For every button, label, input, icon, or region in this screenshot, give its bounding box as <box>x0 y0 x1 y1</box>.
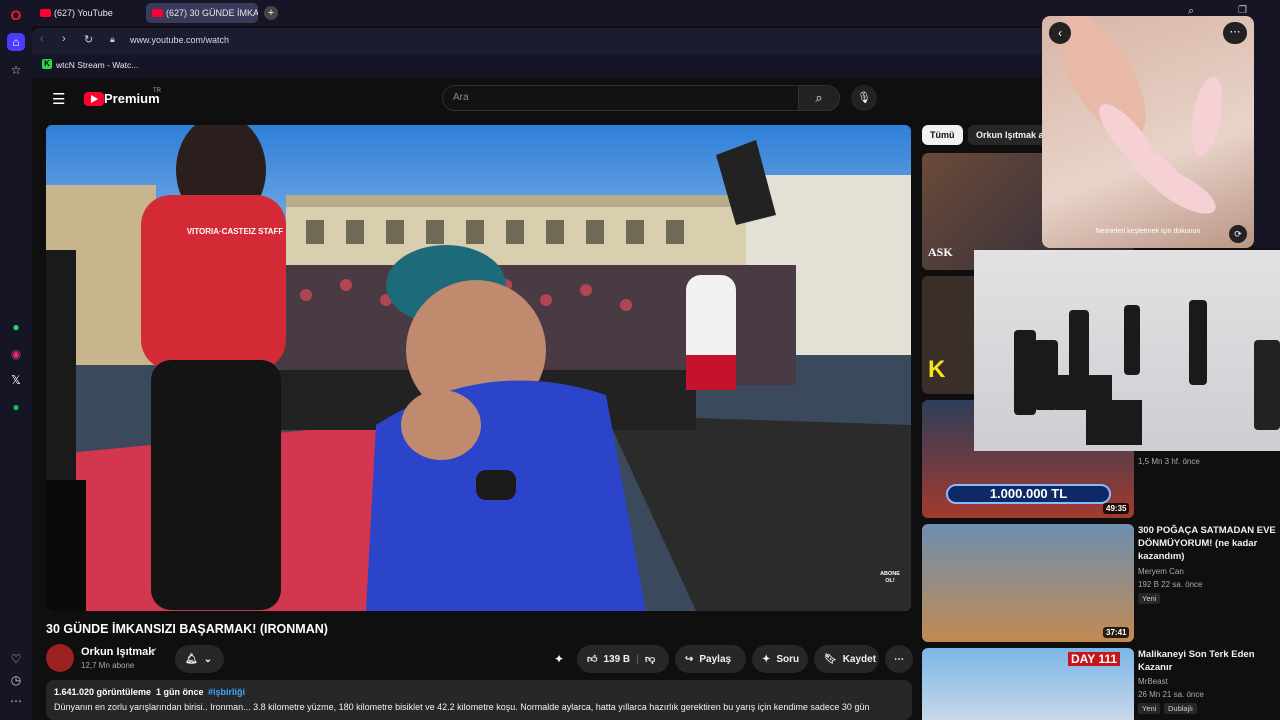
reload-icon[interactable]: ↻ <box>84 33 93 46</box>
rec-channel[interactable]: MrBeast <box>1138 677 1168 686</box>
thumbs-up-icon: 👍︎ <box>587 654 598 665</box>
product-image <box>974 250 1280 451</box>
bookmark-item[interactable]: wtcN Stream - Watc... <box>56 60 138 70</box>
new-badge: Yeni <box>1138 593 1161 604</box>
rec-thumbnail[interactable]: DAY 111 <box>922 648 1134 720</box>
more-actions-button[interactable]: ⋯ <box>885 645 913 673</box>
pip-hint: Nesneleri keşfetmek için dokunun <box>1095 228 1201 235</box>
chip-all[interactable]: Tümü <box>922 125 963 145</box>
instagram-icon[interactable]: ◉ <box>7 345 25 363</box>
video-duration: 37:41 <box>1103 627 1130 638</box>
save-label: Kaydet <box>842 653 877 665</box>
search-placeholder: Ara <box>453 92 469 103</box>
x-icon[interactable]: 𝕏 <box>7 371 25 389</box>
youtube-favicon-icon <box>40 9 51 17</box>
heart-icon[interactable]: ♡ <box>7 650 25 668</box>
spotify-icon[interactable]: ● <box>7 398 25 416</box>
voice-search-button[interactable]: 🎙︎ <box>851 85 877 111</box>
share-button[interactable]: ↪ Paylaş <box>675 645 746 673</box>
rec-meta: 26 Mn 21 sa. önce <box>1138 690 1204 699</box>
video-duration: 49:35 <box>1103 503 1130 514</box>
rec-channel[interactable]: Meryem Can <box>1138 567 1184 576</box>
tab-video[interactable]: (627) 30 GÜNDE İMKA... <box>146 3 258 23</box>
more-icon: ⋯ <box>894 653 904 665</box>
kick-favicon-icon: K <box>42 59 52 69</box>
subscriber-count: 12,7 Mn abone <box>81 661 135 670</box>
video-frame <box>46 125 911 611</box>
new-badge: Yeni <box>1138 703 1161 714</box>
save-button[interactable]: 🔖︎ Kaydet <box>814 645 879 673</box>
search-icon: ⌕ <box>815 90 823 105</box>
subscribe-overlay[interactable]: ABONE OL! <box>876 571 904 585</box>
more-icon[interactable]: ⋯ <box>1223 22 1247 44</box>
tab-label: (627) YouTube <box>54 8 113 18</box>
forward-icon[interactable]: › <box>62 33 66 45</box>
home-icon[interactable]: ⌂ <box>7 33 25 51</box>
logo-region: TR <box>153 88 161 94</box>
bookmark-icon: 🔖︎ <box>824 653 837 665</box>
shirt-text: VITORIA·CASTEIZ STAFF <box>186 227 284 236</box>
pip-window[interactable]: ‹ ⋯ Nesneleri keşfetmek için dokunun ⟳ <box>1042 16 1254 248</box>
rec-meta: 192 B 22 sa. önce <box>1138 580 1203 589</box>
microphone-icon: 🎙︎ <box>857 92 871 104</box>
new-tab-button[interactable]: + <box>264 6 278 20</box>
opera-logo-icon[interactable]: O <box>7 6 25 24</box>
channel-avatar[interactable] <box>46 644 74 672</box>
pip-frame <box>1058 16 1223 214</box>
chip-channel[interactable]: Orkun Işıtmak a <box>968 125 1052 145</box>
pip-side <box>1254 16 1280 248</box>
dubbed-badge: Dublajlı <box>1164 703 1198 714</box>
menu-icon[interactable]: ☰ <box>52 90 65 108</box>
verified-icon: ✔ <box>150 646 158 656</box>
url-field[interactable]: www.youtube.com/watch <box>130 35 229 45</box>
description-box[interactable]: 1.641.020 görüntüleme 1 gün önce #işbirl… <box>46 680 912 720</box>
chevron-down-icon: ⌄ <box>203 653 213 665</box>
star-icon[interactable]: ☆ <box>7 61 25 79</box>
restore-icon[interactable]: ❐ <box>1238 5 1247 16</box>
rec-thumb-text: DAY 111 <box>1068 652 1121 666</box>
rec-title[interactable]: 300 POĞAÇA SATMADAN EVE DÖNMÜYORUM! (ne … <box>1138 524 1278 563</box>
rec-thumbnail[interactable]: 37:41 <box>922 524 1134 642</box>
share-icon: ↪ <box>685 653 694 665</box>
description-text: Dünyanın en zorlu yarışlarından birisi..… <box>54 702 870 712</box>
rec-meta: 1,5 Mn 3 hf. önce <box>1138 457 1200 466</box>
youtube-favicon-icon <box>152 9 163 17</box>
whatsapp-icon[interactable]: ● <box>7 318 25 336</box>
sparkle-icon: ✦ <box>762 653 771 665</box>
video-player[interactable]: VITORIA·CASTEIZ STAFF ABONE OL! <box>46 125 911 611</box>
history-icon[interactable]: ◷ <box>7 671 25 689</box>
hashtag-link[interactable]: #işbirliği <box>208 687 245 697</box>
views-line: 1.641.020 görüntüleme 1 gün önce <box>54 687 204 697</box>
rec-thumb-text: 1.000.000 TL <box>946 484 1111 504</box>
youtube-logo-icon[interactable] <box>84 92 104 106</box>
ask-button[interactable]: ✦ Soru <box>752 645 808 673</box>
like-button[interactable]: 👍︎ 139 B | 👎︎ <box>577 645 669 673</box>
logo-text: Premium <box>104 91 160 106</box>
more-icon[interactable]: ⋯ <box>7 692 25 710</box>
back-icon[interactable]: ‹ <box>1049 22 1071 44</box>
tab-youtube[interactable]: (627) YouTube <box>34 3 142 23</box>
lens-icon[interactable]: ⟳ <box>1229 225 1247 243</box>
video-title: 30 GÜNDE İMKANSIZI BAŞARMAK! (IRONMAN) <box>46 622 328 636</box>
share-label: Paylaş <box>699 653 732 665</box>
sparkle-icon[interactable]: ✦ <box>554 652 564 666</box>
bell-icon: 🔔︎ <box>185 653 198 665</box>
notification-button[interactable]: 🔔︎ ⌄ <box>175 645 224 673</box>
rec-thumb-text: ASK <box>928 245 953 259</box>
rec-title[interactable]: Malikaneyi Son Terk Eden Kazanır <box>1138 648 1278 674</box>
search-button[interactable]: ⌕ <box>798 85 840 111</box>
lock-icon: 🔒︎ <box>110 34 115 44</box>
divider: | <box>636 653 639 665</box>
ask-label: Soru <box>776 653 800 665</box>
search-input[interactable]: Ara <box>442 85 800 111</box>
browser-sidebar: O ⌂ ☆ ● ◉ 𝕏 ● ♡ ◷ ⋯ <box>0 0 32 720</box>
back-icon[interactable]: ‹ <box>40 33 44 45</box>
like-count: 139 B <box>603 653 631 665</box>
rec-thumb-text: K <box>928 356 946 383</box>
tab-label: (627) 30 GÜNDE İMKA... <box>166 8 258 18</box>
channel-name[interactable]: Orkun Işıtmak <box>81 646 154 658</box>
nail-polish-bottles <box>1014 300 1280 445</box>
thumbs-down-icon: 👎︎ <box>644 654 656 665</box>
